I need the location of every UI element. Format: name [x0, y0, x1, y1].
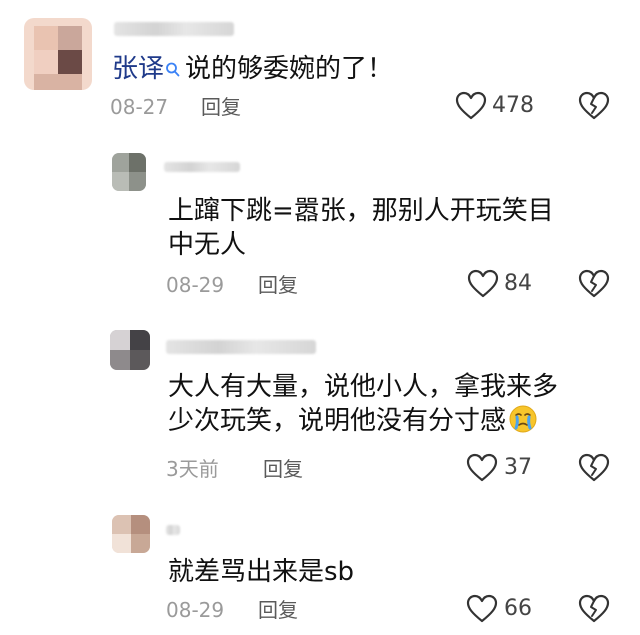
reply-button[interactable]: 回复 — [263, 456, 303, 482]
comment-3: 大人有大量，说他小人，拿我来多 少次玩笑，说明他没有分寸感 3天前 回复 37 — [0, 320, 640, 495]
comment-line: 上蹿下跳=嚣张，那别人开玩笑目 — [168, 196, 554, 226]
heart-outline-icon[interactable] — [467, 269, 499, 299]
avatar[interactable] — [112, 153, 146, 191]
comment-4: 就差骂出来是sb 08-29 回复 66 — [0, 505, 640, 635]
comment-text: 就差骂出来是sb — [168, 557, 355, 587]
like-count: 66 — [504, 596, 532, 621]
like-count: 37 — [504, 455, 532, 480]
search-icon[interactable] — [165, 60, 181, 80]
comment-text: 上蹿下跳=嚣张，那别人开玩笑目 中无人 — [168, 194, 608, 262]
comment-line: 少次玩笑，说明他没有分寸感 — [168, 406, 507, 436]
username-blurred[interactable] — [164, 162, 240, 172]
broken-heart-icon[interactable] — [578, 453, 610, 483]
heart-outline-icon[interactable] — [455, 91, 487, 121]
comment-line-with-emoji: 少次玩笑，说明他没有分寸感 — [168, 404, 618, 438]
broken-heart-icon[interactable] — [578, 269, 610, 299]
comment-date: 08-27 — [110, 95, 169, 119]
comment-line: 大人有大量，说他小人，拿我来多 — [168, 372, 559, 402]
heart-outline-icon[interactable] — [466, 453, 498, 483]
reply-button[interactable]: 回复 — [258, 597, 298, 623]
username-blurred[interactable] — [114, 22, 234, 36]
avatar[interactable] — [110, 330, 150, 370]
comment-body: 说的够委婉的了！ — [185, 54, 394, 84]
broken-heart-icon[interactable] — [578, 594, 610, 624]
like-count: 84 — [504, 271, 532, 296]
mention-link[interactable]: 张译 — [112, 54, 164, 84]
comment-date: 3天前 — [166, 457, 219, 481]
reply-button[interactable]: 回复 — [201, 94, 241, 120]
avatar[interactable] — [112, 515, 150, 553]
comment-date: 08-29 — [166, 273, 225, 297]
username-blurred[interactable] — [166, 340, 316, 354]
like-count: 478 — [492, 93, 534, 118]
comment-line: 中无人 — [168, 230, 247, 260]
broken-heart-icon[interactable] — [578, 91, 610, 121]
comment-date: 08-29 — [166, 598, 225, 622]
username-blurred[interactable] — [166, 525, 180, 535]
reply-button[interactable]: 回复 — [258, 272, 298, 298]
crying-face-emoji — [508, 404, 538, 434]
comment-text: 张译 说的够委婉的了！ — [112, 52, 393, 86]
heart-outline-icon[interactable] — [466, 594, 498, 624]
avatar[interactable] — [24, 18, 92, 90]
comment-2: 上蹿下跳=嚣张，那别人开玩笑目 中无人 08-29 回复 84 — [0, 140, 640, 310]
comment-text: 大人有大量，说他小人，拿我来多 少次玩笑，说明他没有分寸感 — [168, 370, 618, 438]
comment-1: 张译 说的够委婉的了！ 08-27 回复 478 — [0, 0, 640, 130]
